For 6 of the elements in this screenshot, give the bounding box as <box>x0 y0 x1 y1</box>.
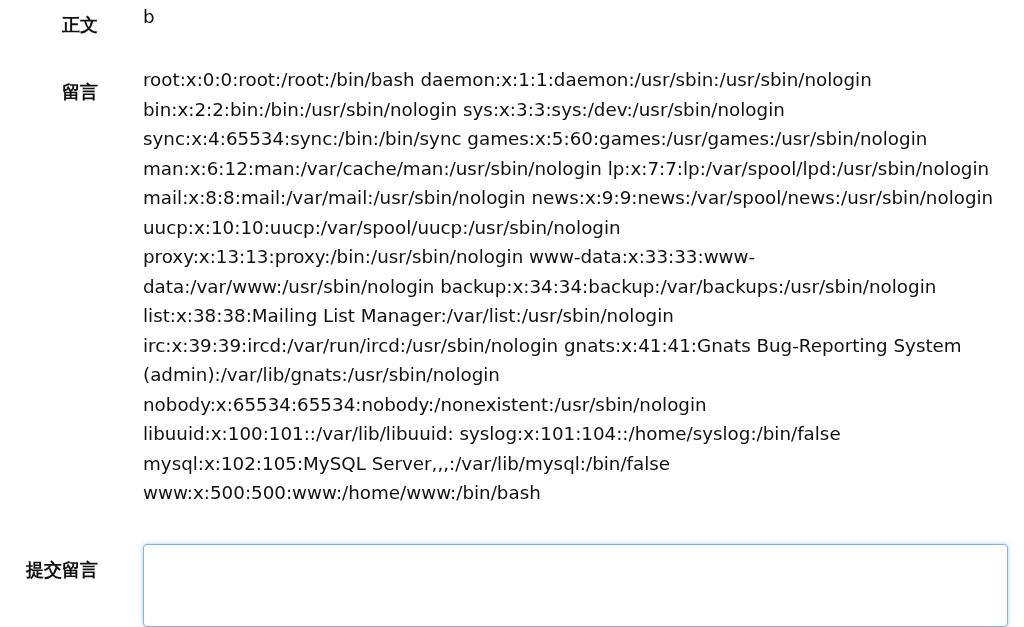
field-label: 提交留言 <box>26 557 98 582</box>
comment-text: root:x:0:0:root:/root:/bin/bash daemon:x:1:1:daemon:/usr/sbin:/usr/sbin/nologin bin:x:2:2:bin:/bin:/usr/sbin/nologin sys:x:3:3:sys:/dev:/usr/sbin/nologin sync:x:4:65534:sync:/bin:/bin/sync games:x:5:60:games:/usr/games:/usr/sbin/nologin man:x:6:12:man:/var/cache/man:/usr/sbin/nologin lp:x:7:7:lp:/var/spool/lpd:/usr/sbin/nologin mail:x:8:8:mail:/var/mail:/usr/sbin/nologin news:x:9:9:news:/var/spool/news:/usr/sbin/nologin uucp:x:10:10:uucp:/var/spool/uucp:/usr/sbin/nologin proxy:x:13:13:proxy:/bin:/usr/sbin/nologin www-data:x:33:33:www- data:/var/www:/usr/sbin/nologin backup:x:34:34:backup:/var/backups:/usr/sbin/nologin list:x:38:38:Mailing List Manager:/var/list:/usr/sbin/nologin irc:x:39:39:ircd:/var/run/ircd:/usr/sbin/nologin gnats:x:41:41:Gnats Bug-Reporting System (admin):/var/lib/gnats:/usr/sbin/nologin nobody:x:65534:65534:nobody:/nonexistent:/usr/sbin/nologin libuuid:x:100:101::/var/lib/libuuid: syslog:x:101:104::/home/syslog:/bin/false mysql:x:102:105:MySQL Server,,,:/var/lib/mysql:/bin/false www:x:500:500:www:/home/www:/bin/bash <box>143 68 994 505</box>
field-label: 正文 <box>62 13 98 37</box>
field-label: 留言 <box>62 80 98 104</box>
post-body-text: b <box>143 5 155 29</box>
comment-input-field[interactable] <box>143 543 1008 627</box>
